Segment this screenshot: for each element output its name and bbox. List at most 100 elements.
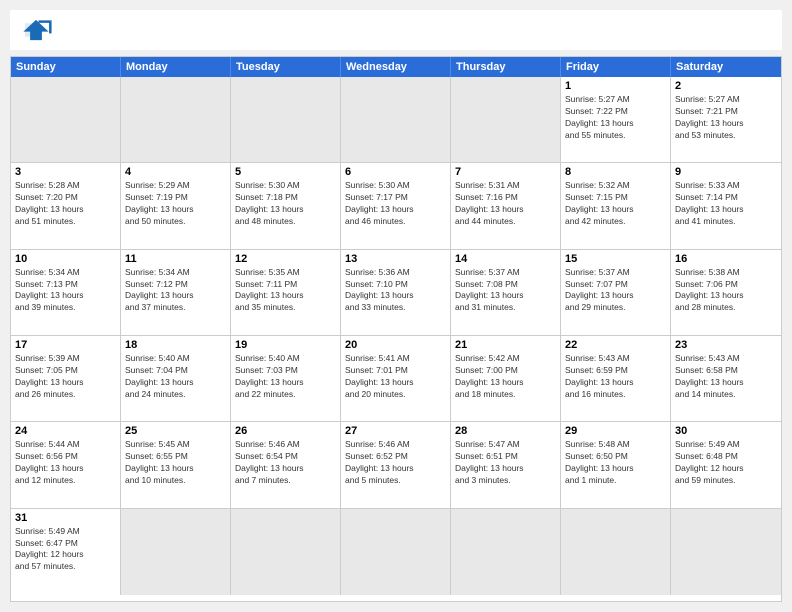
header	[10, 10, 782, 50]
calendar-cell	[121, 509, 231, 595]
day-of-week-header: Saturday	[671, 57, 781, 77]
sun-info: Sunrise: 5:43 AM Sunset: 6:59 PM Dayligh…	[565, 353, 666, 401]
day-number: 29	[565, 425, 666, 437]
sun-info: Sunrise: 5:45 AM Sunset: 6:55 PM Dayligh…	[125, 439, 226, 487]
day-number: 8	[565, 166, 666, 178]
sun-info: Sunrise: 5:37 AM Sunset: 7:07 PM Dayligh…	[565, 267, 666, 315]
sun-info: Sunrise: 5:34 AM Sunset: 7:12 PM Dayligh…	[125, 267, 226, 315]
calendar-cell	[451, 509, 561, 595]
sun-info: Sunrise: 5:31 AM Sunset: 7:16 PM Dayligh…	[455, 180, 556, 228]
day-of-week-header: Tuesday	[231, 57, 341, 77]
calendar-cell: 10 Sunrise: 5:34 AM Sunset: 7:13 PM Dayli…	[11, 250, 121, 336]
sun-info: Sunrise: 5:36 AM Sunset: 7:10 PM Dayligh…	[345, 267, 446, 315]
calendar-cell: 27 Sunrise: 5:46 AM Sunset: 6:52 PM Dayli…	[341, 422, 451, 508]
calendar-cell	[561, 509, 671, 595]
day-number: 17	[15, 339, 116, 351]
calendar-cell: 14Sunrise: 5:37 AM Sunset: 7:08 PM Dayli…	[451, 250, 561, 336]
day-number: 30	[675, 425, 777, 437]
calendar-cell: 29Sunrise: 5:48 AM Sunset: 6:50 PM Dayli…	[561, 422, 671, 508]
day-number: 18	[125, 339, 226, 351]
sun-info: Sunrise: 5:34 AM Sunset: 7:13 PM Dayligh…	[15, 267, 116, 315]
sun-info: Sunrise: 5:44 AM Sunset: 6:56 PM Dayligh…	[15, 439, 116, 487]
calendar-cell: 7Sunrise: 5:31 AM Sunset: 7:16 PM Daylig…	[451, 163, 561, 249]
sun-info: Sunrise: 5:47 AM Sunset: 6:51 PM Dayligh…	[455, 439, 556, 487]
day-number: 22	[565, 339, 666, 351]
day-of-week-header: Thursday	[451, 57, 561, 77]
calendar-cell: 21Sunrise: 5:42 AM Sunset: 7:00 PM Dayli…	[451, 336, 561, 422]
sun-info: Sunrise: 5:28 AM Sunset: 7:20 PM Dayligh…	[15, 180, 116, 228]
calendar-cell: 30 Sunrise: 5:49 AM Sunset: 6:48 PM Dayli…	[671, 422, 781, 508]
calendar-cell	[341, 509, 451, 595]
calendar-cell: 11 Sunrise: 5:34 AM Sunset: 7:12 PM Dayli…	[121, 250, 231, 336]
calendar-cell: 25Sunrise: 5:45 AM Sunset: 6:55 PM Dayli…	[121, 422, 231, 508]
day-number: 31	[15, 512, 116, 524]
day-number: 23	[675, 339, 777, 351]
calendar-cell: 5Sunrise: 5:30 AM Sunset: 7:18 PM Daylig…	[231, 163, 341, 249]
calendar-cell: 28 Sunrise: 5:47 AM Sunset: 6:51 PM Dayli…	[451, 422, 561, 508]
sun-info: Sunrise: 5:46 AM Sunset: 6:52 PM Dayligh…	[345, 439, 446, 487]
day-number: 24	[15, 425, 116, 437]
calendar-cell: 4 Sunrise: 5:29 AM Sunset: 7:19 PM Daylig…	[121, 163, 231, 249]
day-number: 1	[565, 80, 666, 92]
calendar-cell: 12Sunrise: 5:35 AM Sunset: 7:11 PM Dayli…	[231, 250, 341, 336]
calendar-body: 1 Sunrise: 5:27 AM Sunset: 7:22 PM Daylig…	[11, 77, 781, 595]
sun-info: Sunrise: 5:40 AM Sunset: 7:04 PM Dayligh…	[125, 353, 226, 401]
day-number: 16	[675, 253, 777, 265]
day-number: 3	[15, 166, 116, 178]
sun-info: Sunrise: 5:40 AM Sunset: 7:03 PM Dayligh…	[235, 353, 336, 401]
sun-info: Sunrise: 5:49 AM Sunset: 6:47 PM Dayligh…	[15, 526, 116, 574]
day-of-week-header: Friday	[561, 57, 671, 77]
calendar-cell: 9 Sunrise: 5:33 AM Sunset: 7:14 PM Daylig…	[671, 163, 781, 249]
day-number: 19	[235, 339, 336, 351]
calendar-cell: 19 Sunrise: 5:40 AM Sunset: 7:03 PM Dayli…	[231, 336, 341, 422]
calendar-cell	[231, 77, 341, 163]
sun-info: Sunrise: 5:27 AM Sunset: 7:22 PM Dayligh…	[565, 94, 666, 142]
generalblue-logo-icon	[20, 16, 52, 44]
sun-info: Sunrise: 5:33 AM Sunset: 7:14 PM Dayligh…	[675, 180, 777, 228]
calendar: SundayMondayTuesdayWednesdayThursdayFrid…	[10, 56, 782, 602]
sun-info: Sunrise: 5:38 AM Sunset: 7:06 PM Dayligh…	[675, 267, 777, 315]
calendar-cell: 26 Sunrise: 5:46 AM Sunset: 6:54 PM Dayli…	[231, 422, 341, 508]
day-number: 11	[125, 253, 226, 265]
calendar-cell	[121, 77, 231, 163]
day-number: 10	[15, 253, 116, 265]
day-number: 4	[125, 166, 226, 178]
calendar-cell	[451, 77, 561, 163]
calendar-cell: 18 Sunrise: 5:40 AM Sunset: 7:04 PM Dayli…	[121, 336, 231, 422]
day-number: 28	[455, 425, 556, 437]
sun-info: Sunrise: 5:32 AM Sunset: 7:15 PM Dayligh…	[565, 180, 666, 228]
sun-info: Sunrise: 5:37 AM Sunset: 7:08 PM Dayligh…	[455, 267, 556, 315]
sun-info: Sunrise: 5:39 AM Sunset: 7:05 PM Dayligh…	[15, 353, 116, 401]
page: SundayMondayTuesdayWednesdayThursdayFrid…	[0, 0, 792, 612]
day-of-week-header: Sunday	[11, 57, 121, 77]
calendar-cell: 23 Sunrise: 5:43 AM Sunset: 6:58 PM Dayli…	[671, 336, 781, 422]
calendar-cell: 24 Sunrise: 5:44 AM Sunset: 6:56 PM Dayli…	[11, 422, 121, 508]
day-number: 26	[235, 425, 336, 437]
day-number: 2	[675, 80, 777, 92]
sun-info: Sunrise: 5:29 AM Sunset: 7:19 PM Dayligh…	[125, 180, 226, 228]
calendar-cell: 13Sunrise: 5:36 AM Sunset: 7:10 PM Dayli…	[341, 250, 451, 336]
logo	[20, 16, 56, 44]
calendar-cell: 20Sunrise: 5:41 AM Sunset: 7:01 PM Dayli…	[341, 336, 451, 422]
calendar-cell: 31 Sunrise: 5:49 AM Sunset: 6:47 PM Dayli…	[11, 509, 121, 595]
calendar-cell: 2 Sunrise: 5:27 AM Sunset: 7:21 PM Daylig…	[671, 77, 781, 163]
day-of-week-header: Monday	[121, 57, 231, 77]
day-number: 6	[345, 166, 446, 178]
sun-info: Sunrise: 5:30 AM Sunset: 7:18 PM Dayligh…	[235, 180, 336, 228]
calendar-cell: 3 Sunrise: 5:28 AM Sunset: 7:20 PM Daylig…	[11, 163, 121, 249]
calendar-cell: 16 Sunrise: 5:38 AM Sunset: 7:06 PM Dayli…	[671, 250, 781, 336]
calendar-cell: 17 Sunrise: 5:39 AM Sunset: 7:05 PM Dayli…	[11, 336, 121, 422]
calendar-cell	[671, 509, 781, 595]
day-number: 15	[565, 253, 666, 265]
sun-info: Sunrise: 5:43 AM Sunset: 6:58 PM Dayligh…	[675, 353, 777, 401]
sun-info: Sunrise: 5:27 AM Sunset: 7:21 PM Dayligh…	[675, 94, 777, 142]
sun-info: Sunrise: 5:46 AM Sunset: 6:54 PM Dayligh…	[235, 439, 336, 487]
sun-info: Sunrise: 5:35 AM Sunset: 7:11 PM Dayligh…	[235, 267, 336, 315]
day-number: 27	[345, 425, 446, 437]
day-number: 9	[675, 166, 777, 178]
calendar-cell: 6Sunrise: 5:30 AM Sunset: 7:17 PM Daylig…	[341, 163, 451, 249]
calendar-cell	[231, 509, 341, 595]
calendar-cell: 22 Sunrise: 5:43 AM Sunset: 6:59 PM Dayli…	[561, 336, 671, 422]
sun-info: Sunrise: 5:49 AM Sunset: 6:48 PM Dayligh…	[675, 439, 777, 487]
calendar-cell	[11, 77, 121, 163]
